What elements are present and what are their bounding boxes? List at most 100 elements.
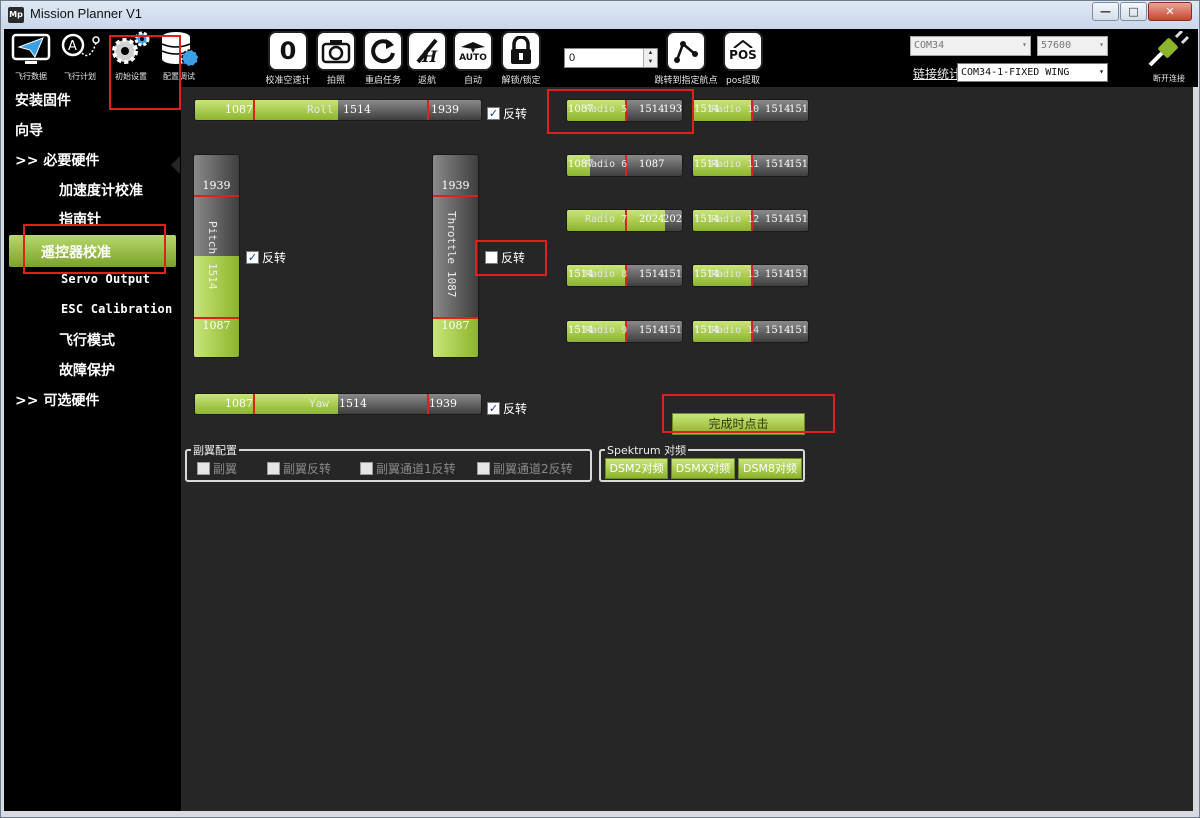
pitch-value: 1514 (206, 263, 219, 290)
sidebar-item-label: 必要硬件 (43, 153, 100, 169)
app-logo-icon: Mp (8, 7, 24, 23)
spektrum-bind-group: Spektrum 对频 DSM2对频 DSMX对频 DSM8对频 (599, 442, 805, 482)
channel-max: 1514 (789, 104, 809, 115)
throttle-value: 1087 (445, 271, 458, 298)
yaw-name: Yaw (309, 397, 329, 410)
nav-label: 飞行数据 (15, 72, 47, 81)
radio-channel-bar: 1514Radio 1415141514 (692, 320, 809, 343)
sidebar-item-failsafe[interactable]: 故障保护 (59, 360, 115, 380)
sidebar-item-install-firmware[interactable]: 安装固件 (15, 90, 71, 110)
map-pin-icon: A (61, 33, 100, 57)
calibrate-airspeed-button[interactable]: 0 校准空速计 (262, 31, 314, 86)
svg-text:A: A (68, 39, 77, 54)
channel-value: 1514 (639, 325, 665, 336)
elevon-reverse-checkbox[interactable]: 副翼反转 (267, 460, 331, 477)
checkbox-icon: ✓ (246, 251, 259, 264)
arm-disarm-button[interactable]: 解锁/锁定 (494, 31, 548, 86)
dsm8-bind-button[interactable]: DSM8对频 (738, 458, 802, 479)
flight-plan-button[interactable]: A 飞行计划 (56, 31, 104, 82)
baud-select[interactable]: 57600 ▾ (1037, 36, 1108, 56)
reverse-label: 反转 (503, 107, 528, 121)
yaw-reverse-checkbox[interactable]: ✓ 反转 (487, 400, 527, 417)
highlight-done-button (662, 394, 835, 433)
pos-icon: POS (723, 31, 763, 71)
main-toolbar: 飞行数据 A 飞行计划 初始设置 配置调试 0 校准空速计 拍照 重启任务 H (4, 29, 1198, 87)
port-select[interactable]: COM34 ▾ (910, 36, 1031, 56)
restart-mission-button[interactable]: 重启任务 (357, 31, 409, 86)
radio-channel-bar: 1514Radio 1015141514 (692, 99, 809, 122)
checkbox-icon (477, 462, 490, 475)
action-label: 解锁/锁定 (501, 76, 541, 86)
maximize-button[interactable]: □ (1120, 2, 1147, 21)
minimize-button[interactable]: — (1092, 2, 1119, 21)
radio-calibration-panel: 1087 Roll 1514 1939 ✓ 反转 1939 Pitch 1514 … (181, 87, 1198, 811)
highlight-initial-setup (109, 35, 181, 110)
radio-channel-bar: 1514Radio 1215141514 (692, 209, 809, 232)
pitch-reverse-checkbox[interactable]: ✓ 反转 (246, 249, 286, 266)
pitch-name: Pitch (206, 221, 219, 255)
return-home-button[interactable]: H 返航 (404, 31, 450, 86)
radio-channel-bar: 1514Radio 1315141514 (692, 264, 809, 287)
pitch-max: 1939 (202, 179, 231, 192)
dsmx-bind-button[interactable]: DSMX对频 (671, 458, 735, 479)
right-edge (1193, 87, 1198, 811)
elevon-ch1-reverse-checkbox[interactable]: 副翼通道1反转 (360, 460, 456, 477)
radio-channel-bar: 1514Radio 815141514 (566, 264, 683, 287)
channel-name: Radio 14 (711, 325, 760, 336)
channel-value: 1087 (639, 159, 665, 170)
roll-min-marker (253, 100, 255, 120)
flight-data-button[interactable]: 飞行数据 (9, 31, 53, 82)
channel-value: 1514 (765, 159, 791, 170)
link-select[interactable]: COM34-1-FIXED WING ▾ (957, 63, 1108, 82)
waypoint-spinner-value: 0 (569, 52, 576, 64)
sidebar-item-flight-modes[interactable]: 飞行模式 (59, 330, 115, 350)
roll-reverse-checkbox[interactable]: ✓ 反转 (487, 105, 527, 122)
sidebar-item-mandatory-hardware[interactable]: >> 必要硬件 (15, 150, 99, 170)
channel-value: 2024 (639, 214, 665, 225)
sidebar-item-servo-output[interactable]: Servo Output (61, 272, 150, 286)
channel-value: 1514 (639, 269, 665, 280)
elevon-checkbox[interactable]: 副翼 (197, 460, 237, 477)
channel-name: Radio 11 (711, 159, 760, 170)
chevron-down-icon: ▾ (1099, 40, 1104, 49)
dsm2-bind-button[interactable]: DSM2对频 (605, 458, 668, 479)
checkbox-icon (267, 462, 280, 475)
action-label: 返航 (417, 76, 436, 86)
roll-bar: 1087 Roll 1514 1939 (194, 99, 482, 121)
yaw-bar: 1087 Yaw 1514 1939 (194, 393, 482, 415)
close-button[interactable]: ✕ (1148, 2, 1192, 21)
channel-max: 1514 (789, 325, 809, 336)
plug-icon (1148, 29, 1190, 67)
elevon-ch2-reverse-checkbox[interactable]: 副翼通道2反转 (477, 460, 573, 477)
roll-min: 1087 (225, 103, 253, 116)
pitch-bar: 1939 Pitch 1514 1087 (193, 154, 240, 358)
channel-name: Radio 8 (585, 269, 628, 280)
channel-name: Radio 13 (711, 269, 760, 280)
svg-text:H: H (421, 47, 438, 66)
sidebar-item-wizard[interactable]: 向导 (15, 120, 43, 140)
auto-mode-button[interactable]: AUTO 自动 (450, 31, 496, 86)
highlight-throttle-reverse (475, 240, 547, 276)
sidebar: 安装固件 向导 >> 必要硬件 加速度计校准 指南针 遥控器校准 Servo O… (4, 87, 181, 811)
channel-max: 1514 (789, 214, 809, 225)
checkbox-icon: ✓ (487, 402, 500, 415)
paper-plane-icon (11, 33, 51, 64)
sidebar-item-optional-hardware[interactable]: >> 可选硬件 (15, 390, 99, 410)
pos-extract-button[interactable]: POS pos提取 (720, 31, 766, 86)
roll-max: 1939 (431, 103, 459, 116)
link-stats-link[interactable]: 链接统计 (913, 65, 961, 82)
radio-channel-bar: 1514Radio 915141514 (566, 320, 683, 343)
active-pointer-icon (171, 156, 180, 174)
sidebar-item-esc-calibration[interactable]: ESC Calibration (61, 302, 172, 316)
pitch-max-marker (194, 195, 239, 197)
channel-max: 2024 (663, 214, 683, 225)
chevron-down-icon: ▾ (1022, 40, 1027, 49)
take-photo-button[interactable]: 拍照 (313, 31, 359, 86)
channel-name: Radio 6 (585, 159, 628, 170)
action-label: 自动 (463, 76, 482, 86)
channel-name: Radio 10 (711, 104, 760, 115)
title-bar: Mp Mission Planner V1 — □ ✕ (1, 1, 1199, 29)
yaw-min: 1087 (225, 397, 253, 410)
sidebar-item-accel-calibration[interactable]: 加速度计校准 (59, 180, 143, 200)
disconnect-button[interactable]: 断开连接 (1143, 29, 1195, 84)
